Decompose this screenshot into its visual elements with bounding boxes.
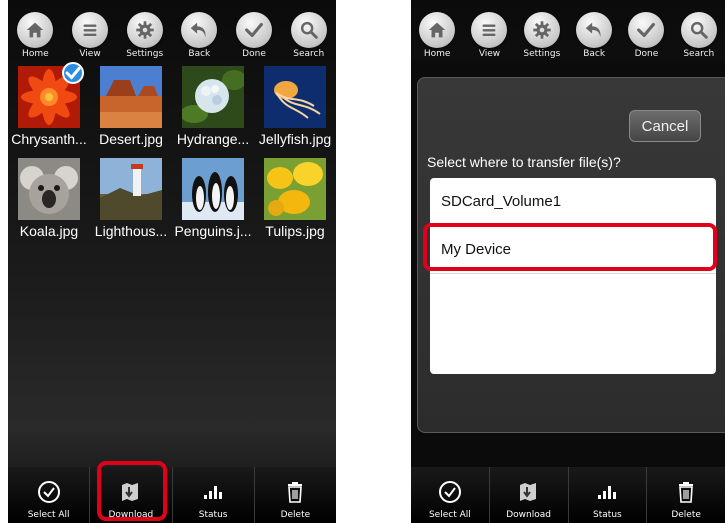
file-item-koala[interactable]: Koala.jpg <box>8 158 90 239</box>
toolbar-search-button[interactable]: Search <box>281 0 336 64</box>
selected-check-icon <box>62 62 84 84</box>
gear-icon <box>126 12 163 48</box>
back-arrow-icon <box>576 12 613 48</box>
thumbnail-chrysanthemum <box>18 62 84 128</box>
top-toolbar: Home View Settings Back Done Search <box>8 0 336 64</box>
toolbar-label: Home <box>423 49 451 59</box>
destination-list: SDCard_Volume1 My Device <box>430 178 716 374</box>
thumbnail-jellyfish <box>264 66 326 128</box>
home-icon <box>17 12 54 48</box>
thumbnail-grid: Chrysanth... Desert.jpg Hydrange... Jell… <box>8 62 336 239</box>
download-icon <box>519 483 536 501</box>
file-name: Koala.jpg <box>19 223 79 239</box>
bottom-label: Select All <box>27 510 70 520</box>
file-item-tulips[interactable]: Tulips.jpg <box>254 158 336 239</box>
search-icon <box>680 12 717 48</box>
status-button[interactable]: Status <box>171 467 254 523</box>
file-item-desert[interactable]: Desert.jpg <box>90 66 172 147</box>
toolbar-label: View <box>79 49 101 59</box>
list-view-icon <box>471 12 508 48</box>
back-arrow-icon <box>181 12 218 48</box>
toolbar-label: Home <box>22 49 49 59</box>
file-name: Hydrange... <box>176 131 250 147</box>
toolbar-done-button[interactable]: Done <box>227 0 282 64</box>
file-name: Tulips.jpg <box>265 223 325 239</box>
status-button[interactable]: Status <box>567 467 647 523</box>
toolbar-label: View <box>478 49 501 59</box>
file-item-penguins[interactable]: Penguins.j... <box>172 158 254 239</box>
toolbar-done-button[interactable]: Done <box>620 0 672 64</box>
delete-button[interactable]: Delete <box>253 467 336 523</box>
select-all-icon <box>37 481 60 503</box>
dialog-prompt: Select where to transfer file(s)? <box>427 154 621 170</box>
toolbar-home-button[interactable]: Home <box>8 0 63 64</box>
bottom-label: Delete <box>280 510 311 520</box>
file-item-lighthouse[interactable]: Lighthous... <box>90 158 172 239</box>
toolbar-settings-button[interactable]: Settings <box>516 0 568 64</box>
home-icon <box>419 12 456 48</box>
highlight-my-device-callout <box>423 223 717 271</box>
thumbnail-tulips <box>264 158 326 220</box>
toolbar-label: Search <box>683 49 715 59</box>
status-bars-icon <box>598 486 617 499</box>
bottom-label: Select All <box>428 510 471 520</box>
toolbar-view-button[interactable]: View <box>463 0 515 64</box>
file-name: Lighthous... <box>94 223 168 239</box>
trash-icon <box>679 482 694 503</box>
toolbar-home-button[interactable]: Home <box>411 0 463 64</box>
toolbar-label: Settings <box>523 49 561 59</box>
bottom-label: Download <box>506 510 551 520</box>
toolbar-label: Back <box>583 49 606 59</box>
select-all-button[interactable]: Select All <box>411 467 489 523</box>
delete-button[interactable]: Delete <box>646 467 725 523</box>
bottom-action-bar: Select All Download Status Delete <box>8 467 336 523</box>
bottom-label: Delete <box>671 510 701 520</box>
thumbnail-hydrangeas <box>182 66 244 128</box>
toolbar-label: Back <box>188 49 211 59</box>
search-icon <box>290 12 327 48</box>
file-item-jellyfish[interactable]: Jellyfish.jpg <box>254 66 336 147</box>
toolbar-label: Search <box>293 49 325 59</box>
toolbar-label: Done <box>242 49 266 59</box>
toolbar-search-button[interactable]: Search <box>673 0 725 64</box>
thumbnail-penguins <box>182 158 244 220</box>
top-toolbar: Home View Settings Back Done Search <box>411 0 725 64</box>
thumbnail-koala <box>18 158 80 220</box>
thumbnail-lighthouse <box>100 158 162 220</box>
file-name: Jellyfish.jpg <box>258 131 332 147</box>
bottom-action-bar: Select All Download Status Delete <box>411 467 725 523</box>
toolbar-back-button[interactable]: Back <box>568 0 620 64</box>
thumbnail-desert <box>100 66 162 128</box>
phone-screen-file-browser: Home View Settings Back Done Search Chry… <box>8 0 336 523</box>
bottom-label: Status <box>593 510 622 520</box>
status-bars-icon <box>204 486 223 499</box>
gear-icon <box>523 12 560 48</box>
checkmark-icon <box>236 12 273 48</box>
trash-icon <box>288 482 303 503</box>
download-button[interactable]: Download <box>488 467 568 523</box>
destination-option-sdcard[interactable]: SDCard_Volume1 <box>430 178 716 226</box>
toolbar-label: Settings <box>126 49 164 59</box>
highlight-download-callout <box>97 461 167 521</box>
toolbar-settings-button[interactable]: Settings <box>117 0 172 64</box>
toolbar-label: Done <box>634 49 659 59</box>
cancel-button[interactable]: Cancel <box>629 110 701 142</box>
file-name: Chrysanth... <box>11 131 87 147</box>
select-all-icon <box>438 481 461 503</box>
bottom-label: Status <box>198 510 228 520</box>
select-all-button[interactable]: Select All <box>8 467 89 523</box>
file-item-hydrangeas[interactable]: Hydrange... <box>172 66 254 147</box>
file-name: Desert.jpg <box>99 131 163 147</box>
file-item-chrysanthemum[interactable]: Chrysanth... <box>8 62 90 147</box>
toolbar-back-button[interactable]: Back <box>172 0 227 64</box>
checkmark-icon <box>628 12 665 48</box>
file-name: Penguins.j... <box>174 223 252 239</box>
